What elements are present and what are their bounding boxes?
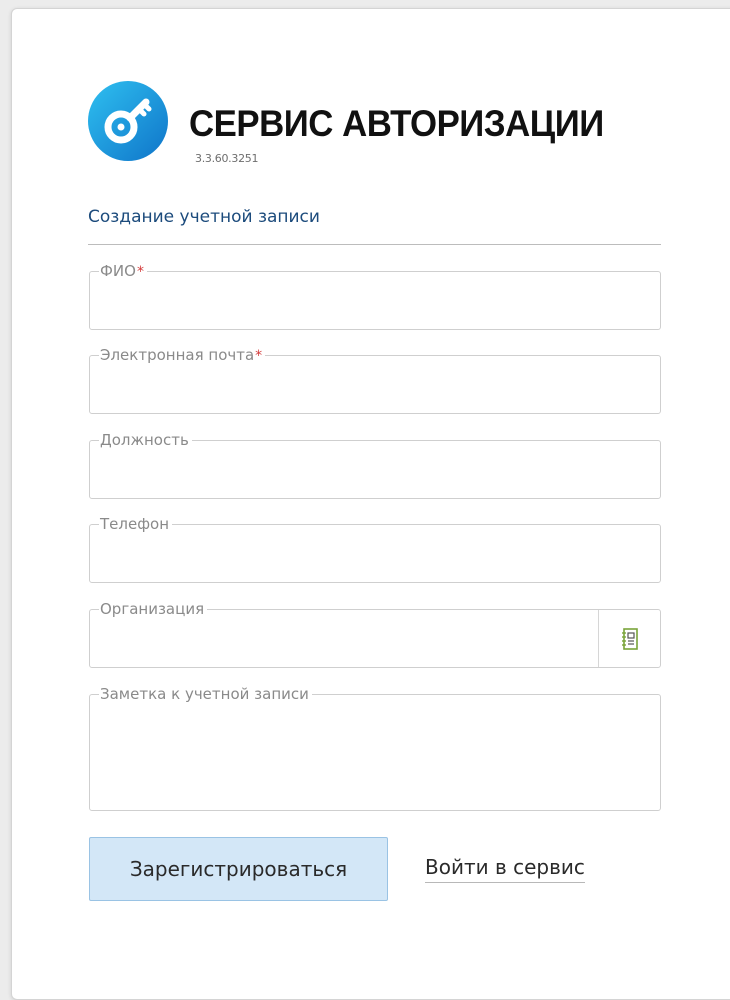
form-divider	[88, 244, 661, 245]
full-name-input[interactable]	[100, 290, 650, 318]
email-field: Электронная почта*	[89, 346, 661, 414]
phone-input[interactable]	[100, 543, 650, 571]
organization-field: Организация	[89, 600, 661, 668]
required-mark: *	[136, 264, 144, 280]
account-note-field: Заметка к учетной записи	[89, 685, 661, 811]
position-input[interactable]	[100, 459, 650, 487]
full-name-label: ФИО*	[99, 262, 147, 281]
account-note-label: Заметка к учетной записи	[99, 685, 312, 703]
phone-label: Телефон	[99, 515, 173, 533]
form-title: Создание учетной записи	[88, 207, 320, 227]
account-note-textarea[interactable]	[100, 713, 650, 802]
app-version: 3.3.60.3251	[195, 152, 259, 165]
organization-lookup-button[interactable]	[598, 610, 660, 667]
full-name-field: ФИО*	[89, 262, 661, 330]
login-card: СЕРВИС АВТОРИЗАЦИИ 3.3.60.3251 Создание …	[11, 8, 730, 1000]
required-mark: *	[255, 348, 263, 364]
app-title: СЕРВИС АВТОРИЗАЦИИ	[189, 103, 604, 144]
organization-input[interactable]	[100, 628, 588, 656]
login-link[interactable]: Войти в сервис	[425, 855, 585, 883]
email-label: Электронная почта*	[99, 346, 266, 365]
key-icon	[88, 81, 168, 161]
email-input[interactable]	[100, 374, 650, 402]
register-button[interactable]: Зарегистрироваться	[89, 837, 388, 901]
position-field: Должность	[89, 431, 661, 499]
phone-field: Телефон	[89, 515, 661, 583]
position-label: Должность	[99, 431, 192, 449]
organization-label: Организация	[99, 600, 208, 618]
address-book-icon	[621, 627, 638, 650]
